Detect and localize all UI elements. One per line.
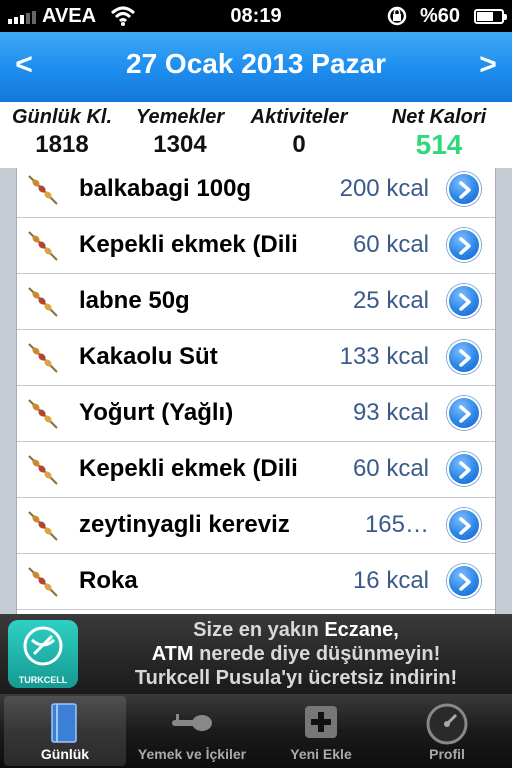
summary-activities: Aktiviteler 0	[240, 102, 358, 159]
detail-disclosure-icon[interactable]	[447, 564, 481, 598]
food-kcal: 16 kcal	[348, 567, 429, 595]
battery-icon	[474, 9, 507, 24]
food-kcal: 93 kcal	[348, 399, 429, 427]
next-day-button[interactable]: >	[468, 48, 508, 82]
status-bar: AVEA 08:19 %60	[0, 0, 512, 32]
list-item[interactable]: Kepekli ekmek (Dili 60 kcal	[17, 218, 495, 274]
food-name: Roka	[79, 567, 138, 594]
ad-banner[interactable]: TURKCELL Size en yakın Eczane, ATM nered…	[0, 614, 512, 694]
book-icon	[51, 703, 77, 743]
ad-line1-a: Size en yakın	[193, 619, 325, 641]
detail-disclosure-icon[interactable]	[447, 452, 481, 486]
tab-food[interactable]: Yemek ve İçkiler	[128, 696, 256, 766]
skewer-icon	[25, 508, 61, 544]
list-item[interactable]: labne 50g 25 kcal	[17, 274, 495, 330]
list-item[interactable]: Yoğurt (Yağlı) 93 kcal	[17, 386, 495, 442]
list-item[interactable]: Kakaolu Süt 133 kcal	[17, 330, 495, 386]
food-name: labne 50g	[79, 287, 190, 314]
date-header: < 27 Ocak 2013 Pazar >	[0, 32, 512, 102]
ad-line2-b: nerede diye düşünmeyin!	[193, 643, 441, 665]
skewer-icon	[25, 172, 61, 208]
list-item[interactable]: Kepekli ekmek (Dili 60 kcal	[17, 442, 495, 498]
food-kcal: 133 kcal	[335, 343, 429, 371]
summary-value: 1818	[35, 131, 89, 158]
summary-meals: Yemekler 1304	[124, 102, 236, 159]
detail-disclosure-icon[interactable]	[447, 508, 481, 542]
tab-profile[interactable]: Profil	[386, 696, 508, 766]
summary-label: Aktiviteler	[250, 106, 348, 128]
gauge-icon	[426, 703, 468, 745]
food-icon	[172, 714, 212, 731]
plus-icon	[305, 706, 337, 738]
detail-disclosure-icon[interactable]	[447, 172, 481, 206]
ad-line1-b: Eczane,	[324, 619, 399, 641]
ad-text: Size en yakın Eczane, ATM nerede diye dü…	[86, 618, 506, 690]
turkcell-logo: TURKCELL	[8, 620, 78, 688]
skewer-icon	[25, 564, 61, 600]
tab-label: Yeni Ekle	[290, 746, 352, 762]
ad-brand: TURKCELL	[18, 675, 68, 685]
food-kcal: 165…	[360, 511, 429, 539]
ad-line3: Turkcell Pusula'yı ücretsiz indirin!	[134, 667, 458, 689]
list-item[interactable]: zeytinyagli kereviz 165…	[17, 498, 495, 554]
food-name: zeytinyagli kereviz	[79, 511, 290, 538]
food-list[interactable]: balkabagi 100g 200 kcal Kepekli ekmek (Dil…	[16, 168, 496, 614]
skewer-icon	[25, 284, 61, 320]
summary-label: Yemekler	[135, 106, 225, 128]
page-title: 27 Ocak 2013 Pazar	[126, 48, 386, 79]
food-kcal: 60 kcal	[348, 455, 429, 483]
food-name: Kakaolu Süt	[79, 343, 218, 370]
compass-icon	[23, 626, 63, 666]
detail-disclosure-icon[interactable]	[447, 396, 481, 430]
skewer-icon	[25, 340, 61, 376]
tab-label: Yemek ve İçkiler	[137, 746, 247, 762]
summary-value: 0	[292, 131, 306, 158]
food-kcal: 25 kcal	[348, 287, 429, 315]
battery-percent: %60	[420, 5, 461, 27]
skewer-icon	[25, 396, 61, 432]
tab-add[interactable]: Yeni Ekle	[262, 696, 380, 766]
skewer-icon	[25, 452, 61, 488]
list-item[interactable]: Roka 16 kcal	[17, 554, 495, 610]
summary-label: Günlük Kl.	[12, 106, 112, 128]
detail-disclosure-icon[interactable]	[447, 228, 481, 262]
detail-disclosure-icon[interactable]	[447, 340, 481, 374]
summary-value: 1304	[153, 131, 207, 158]
summary-daily: Günlük Kl. 1818	[0, 102, 124, 159]
tab-daily[interactable]: Günlük	[4, 696, 126, 766]
tab-label: Günlük	[40, 746, 90, 762]
food-kcal: 60 kcal	[348, 231, 429, 259]
food-name: balkabagi 100g	[79, 175, 252, 202]
summary-net: Net Kalori 514	[374, 102, 504, 161]
food-name: Yoğurt (Yağlı)	[79, 399, 234, 426]
rotation-lock-icon	[387, 6, 407, 26]
food-name: Kepekli ekmek (Dili	[79, 231, 298, 258]
detail-disclosure-icon[interactable]	[447, 284, 481, 318]
tab-label: Profil	[429, 746, 465, 762]
food-name: Kepekli ekmek (Dili	[79, 455, 298, 482]
calorie-summary: Günlük Kl. 1818 Yemekler 1304 Aktivitele…	[0, 102, 512, 168]
summary-label: Net Kalori	[391, 106, 487, 128]
ad-line2-a: ATM	[151, 643, 194, 665]
list-item[interactable]: balkabagi 100g 200 kcal	[17, 168, 495, 218]
food-kcal: 200 kcal	[335, 175, 429, 203]
skewer-icon	[25, 228, 61, 264]
summary-value-net: 514	[415, 129, 463, 160]
tab-bar: Günlük Yemek ve İçkiler Yeni Ekle Profil	[0, 694, 512, 768]
